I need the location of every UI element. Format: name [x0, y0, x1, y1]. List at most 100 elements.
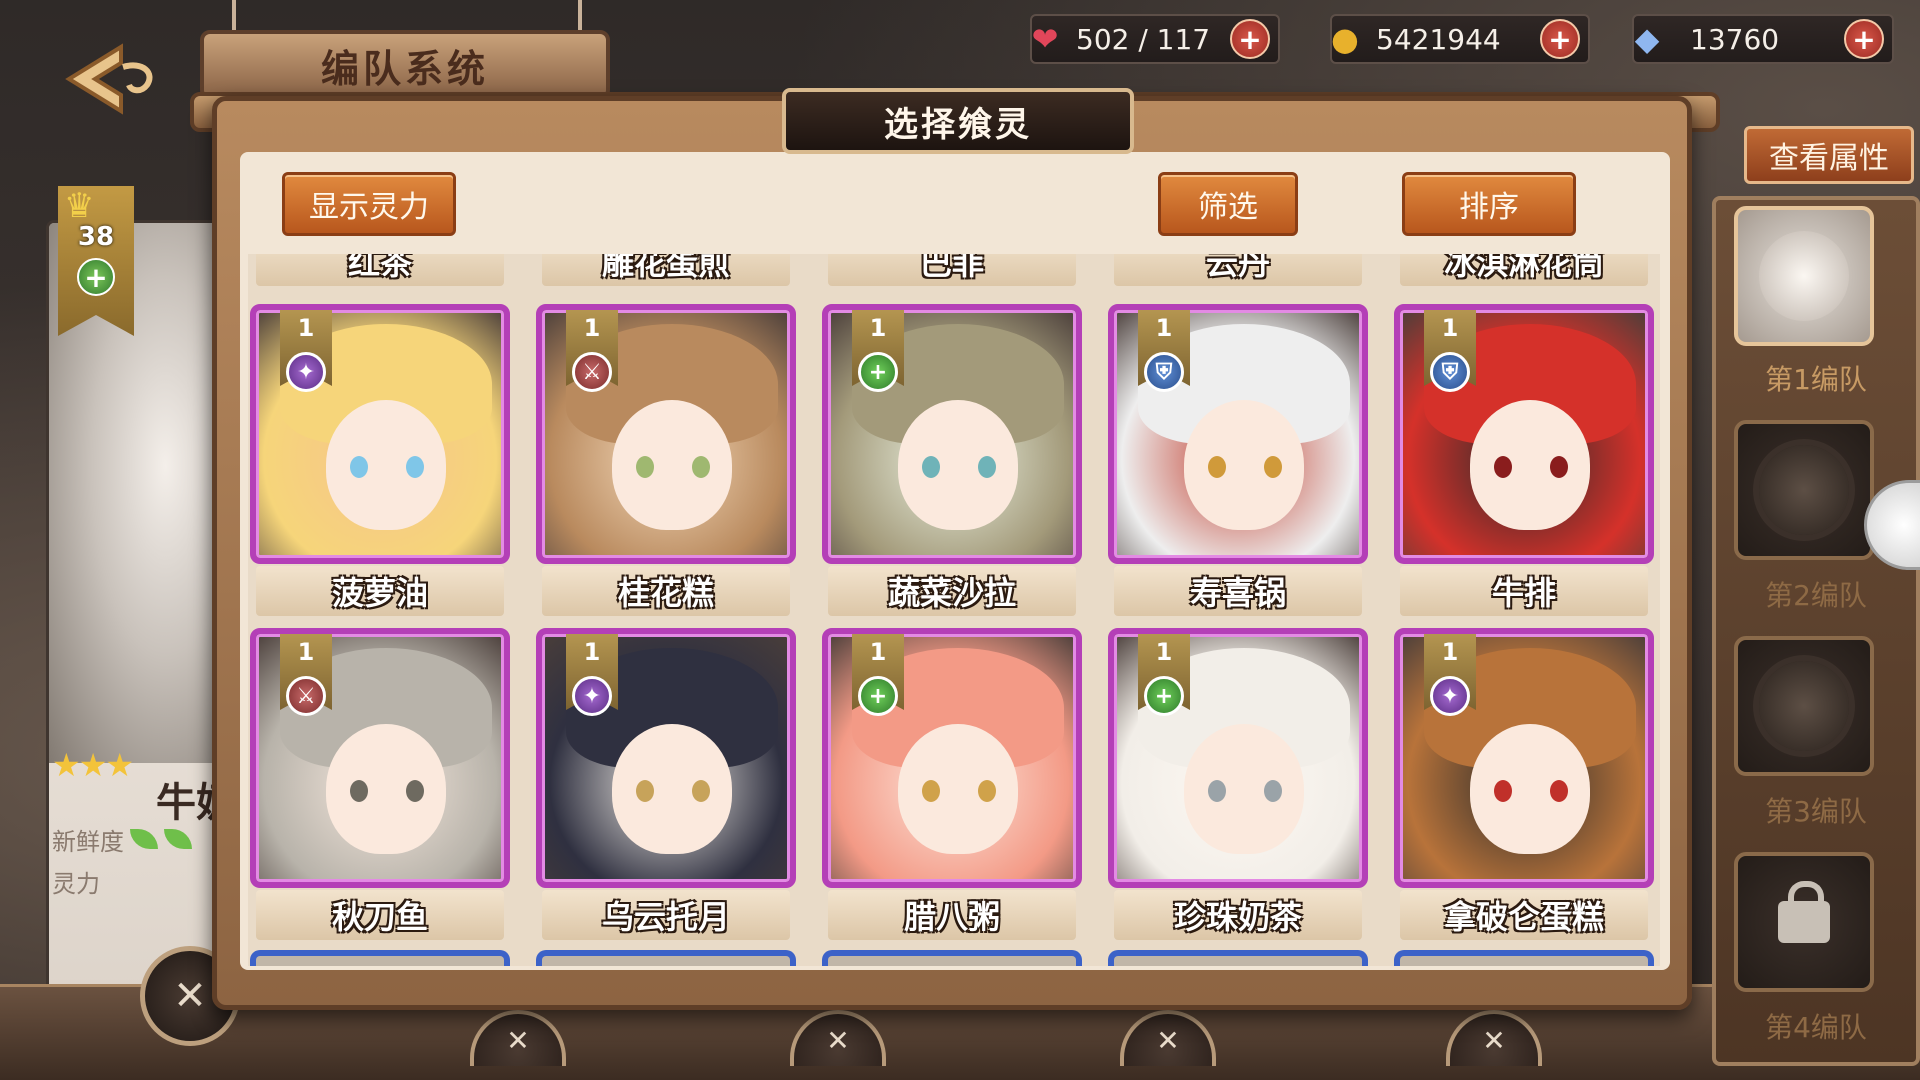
show-power-button[interactable]: 显示灵力	[282, 172, 456, 236]
card-name-plate: 牛排	[1400, 566, 1648, 616]
portrait-eye	[636, 780, 654, 802]
portrait-eye	[978, 456, 996, 478]
team-label-4: 第4编队	[1765, 1011, 1867, 1044]
crystal-icon: ◆	[1634, 20, 1660, 58]
portrait-eye	[406, 456, 424, 478]
back-arrow-icon	[65, 43, 153, 115]
plaque-rope	[578, 0, 582, 34]
partial-card-name: 巴菲	[828, 254, 1076, 286]
add-diamond-button[interactable]: +	[1844, 19, 1884, 59]
diamond-value: 13760	[1690, 22, 1780, 56]
card-name-text: 蔬菜沙拉	[887, 574, 1016, 612]
portrait-face	[1470, 400, 1590, 530]
star-role-icon: ✦	[1430, 676, 1470, 716]
power-label: 灵力	[52, 869, 100, 898]
portrait-eye	[978, 780, 996, 802]
leaf-icon	[130, 829, 158, 849]
partial-card-name: 云丹	[1114, 254, 1362, 286]
back-button[interactable]	[46, 34, 166, 124]
portrait-face	[898, 724, 1018, 854]
character-portrait: 1 +	[822, 628, 1082, 888]
partial-character-card[interactable]	[822, 950, 1082, 966]
portrait-eye	[1208, 456, 1226, 478]
partial-card-name: 红茶	[256, 254, 504, 286]
modal-title: 选择飨灵	[782, 88, 1134, 154]
portrait-eye	[1494, 456, 1512, 478]
power-row: 灵力	[52, 864, 100, 898]
heart-icon: ❤	[1031, 20, 1059, 58]
portrait-face	[898, 400, 1018, 530]
freshness-row: 新鲜度	[52, 822, 192, 856]
lock-icon	[1778, 881, 1830, 943]
screen-title: 编队系统	[200, 30, 610, 100]
freshness-label: 新鲜度	[52, 827, 124, 856]
portrait-eye	[1264, 780, 1282, 802]
card-name-text: 秋刀鱼	[331, 898, 428, 936]
card-name-plate: 腊八粥	[828, 890, 1076, 940]
team-slot-4[interactable]	[1734, 852, 1874, 992]
team-slot-3[interactable]	[1734, 636, 1874, 776]
character-portrait: 1 ✦	[1394, 628, 1654, 888]
heal-role-icon: +	[858, 352, 898, 392]
partial-character-card[interactable]	[250, 950, 510, 966]
character-portrait: 1 +	[822, 304, 1082, 564]
portrait-eye	[1550, 456, 1568, 478]
portrait-eye	[1208, 780, 1226, 802]
add-gold-button[interactable]: +	[1540, 19, 1580, 59]
shield-role-icon: ⛨	[1430, 352, 1470, 392]
character-portrait: 1 ⛨	[1394, 304, 1654, 564]
portrait-face	[1184, 724, 1304, 854]
team-slot-1[interactable]	[1734, 206, 1874, 346]
partial-character-card[interactable]	[1394, 950, 1654, 966]
level-up-button[interactable]: +	[77, 258, 115, 296]
portrait-face	[612, 724, 732, 854]
portrait-eye	[692, 780, 710, 802]
portrait-face	[326, 724, 446, 854]
add-stamina-button[interactable]: +	[1230, 19, 1270, 59]
character-portrait: 1 +	[1108, 628, 1368, 888]
filter-button[interactable]: 筛选	[1158, 172, 1298, 236]
sort-button[interactable]: 排序	[1402, 172, 1576, 236]
partial-character-card[interactable]	[536, 950, 796, 966]
card-name-text: 珍珠奶茶	[1173, 898, 1302, 936]
coin-icon: ●	[1331, 20, 1359, 58]
team-slot-2[interactable]	[1734, 420, 1874, 560]
card-name-plate: 珍珠奶茶	[1114, 890, 1362, 940]
portrait-eye	[406, 780, 424, 802]
card-name-plate: 蔬菜沙拉	[828, 566, 1076, 616]
card-name-text: 寿喜锅	[1189, 574, 1286, 612]
portrait-face	[1470, 724, 1590, 854]
card-name-text: 菠萝油	[331, 574, 428, 612]
gold-value: 5421944	[1376, 22, 1501, 56]
star-role-icon: ✦	[286, 352, 326, 392]
card-name-text: 桂花糕	[617, 574, 714, 612]
partial-character-card[interactable]	[1108, 950, 1368, 966]
crown-icon: ♛	[64, 186, 95, 226]
portrait-eye	[922, 780, 940, 802]
card-name-plate: 菠萝油	[256, 566, 504, 616]
portrait-eye	[1550, 780, 1568, 802]
character-grid: 红茶 雕花蛋煎 巴菲 云丹 冰淇淋花筒 1 ✦ 菠萝油 1 ⚔ 桂花糕 1 + 蔬菜沙拉 1 ⛨ 寿喜锅 1 ⛨ 牛…	[248, 254, 1660, 966]
portrait-eye	[1264, 456, 1282, 478]
character-portrait: 1 ⛨	[1108, 304, 1368, 564]
character-portrait: 1 ⚔	[250, 628, 510, 888]
heal-role-icon: +	[858, 676, 898, 716]
card-name-text: 牛排	[1491, 574, 1556, 612]
view-attributes-button[interactable]: 查看属性	[1744, 126, 1914, 184]
screen-title-text: 编队系统	[320, 45, 489, 91]
portrait-eye	[1494, 780, 1512, 802]
portrait-eye	[692, 456, 710, 478]
partial-card-name: 雕花蛋煎	[542, 254, 790, 286]
sword-role-icon: ⚔	[286, 676, 326, 716]
character-portrait: 1 ✦	[536, 628, 796, 888]
gold-counter: ● 5421944 +	[1330, 14, 1590, 64]
portrait-eye	[922, 456, 940, 478]
shield-role-icon: ⛨	[1144, 352, 1184, 392]
portrait-eye	[350, 456, 368, 478]
partial-card-name: 冰淇淋花筒	[1400, 254, 1648, 286]
stamina-counter: ❤ 502 / 117 +	[1030, 14, 1280, 64]
portrait-face	[612, 400, 732, 530]
portrait-face	[1184, 400, 1304, 530]
heal-role-icon: +	[1144, 676, 1184, 716]
team-emblem-icon	[1759, 661, 1849, 751]
